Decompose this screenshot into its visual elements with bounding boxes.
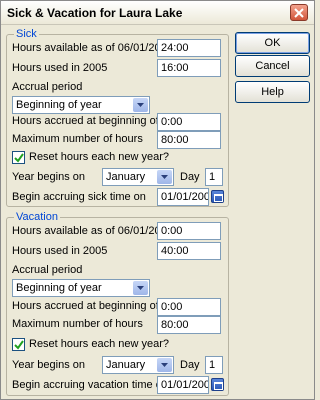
chevron-down-icon[interactable]	[157, 358, 172, 372]
vacation-month-value: January	[106, 359, 146, 371]
close-button[interactable]	[290, 4, 308, 21]
sick-used-label: Hours used in 2005	[12, 62, 108, 74]
vacation-begin-field[interactable]: 01/01/2005	[157, 376, 209, 394]
sick-begin-field[interactable]: 01/01/2005	[157, 188, 209, 206]
sick-accrual-value: Beginning of year	[16, 99, 102, 111]
sick-vacation-dialog: Sick & Vacation for Laura Lake Sick Hour…	[0, 0, 315, 400]
vacation-group: Vacation Hours available as of 06/01/200…	[6, 211, 229, 396]
close-icon	[294, 8, 304, 18]
dialog-title: Sick & Vacation for Laura Lake	[7, 6, 183, 20]
help-button[interactable]: Help	[235, 81, 310, 103]
sick-begin-label: Begin accruing sick time on	[12, 191, 146, 203]
calendar-icon[interactable]	[211, 190, 224, 203]
vacation-used-label: Hours used in 2005	[12, 245, 108, 257]
vacation-reset-checkbox[interactable]	[12, 338, 25, 351]
ok-button[interactable]: OK	[235, 32, 310, 54]
sick-group: Sick Hours available as of 06/01/2005 24…	[6, 28, 229, 207]
calendar-icon[interactable]	[211, 378, 224, 391]
vacation-group-title: Vacation	[14, 211, 60, 224]
vacation-accrual-value: Beginning of year	[16, 282, 102, 294]
vacation-month-select[interactable]: January	[102, 356, 174, 374]
sick-group-title: Sick	[14, 28, 39, 41]
vacation-used-field[interactable]: 40:00	[157, 242, 221, 260]
sick-year-begins-label: Year begins on	[12, 171, 85, 183]
cancel-button[interactable]: Cancel	[235, 55, 310, 77]
sick-max-field[interactable]: 80:00	[157, 131, 221, 149]
vacation-available-field[interactable]: 0:00	[157, 222, 221, 240]
sick-available-label: Hours available as of 06/01/2005	[12, 42, 173, 54]
sick-accrual-label: Accrual period	[12, 81, 83, 93]
title-bar: Sick & Vacation for Laura Lake	[1, 1, 314, 25]
vacation-accrual-label: Accrual period	[12, 264, 83, 276]
check-icon	[14, 153, 24, 163]
vacation-accrued-field[interactable]: 0:00	[157, 298, 221, 316]
vacation-reset-label[interactable]: Reset hours each new year?	[29, 338, 169, 351]
sick-accrual-select[interactable]: Beginning of year	[12, 96, 150, 114]
vacation-accrual-select[interactable]: Beginning of year	[12, 279, 150, 297]
sick-max-label: Maximum number of hours	[12, 133, 143, 145]
check-icon	[14, 340, 24, 350]
vacation-max-label: Maximum number of hours	[12, 318, 143, 330]
sick-month-value: January	[106, 171, 146, 183]
chevron-down-icon[interactable]	[133, 98, 148, 112]
sick-reset-checkbox[interactable]	[12, 151, 25, 164]
vacation-day-field[interactable]: 1	[205, 356, 223, 374]
sick-day-field[interactable]: 1	[205, 168, 223, 186]
chevron-down-icon[interactable]	[157, 170, 172, 184]
vacation-day-label: Day	[180, 359, 200, 371]
sick-reset-label[interactable]: Reset hours each new year?	[29, 151, 169, 164]
sick-used-field[interactable]: 16:00	[157, 59, 221, 77]
vacation-year-begins-label: Year begins on	[12, 359, 85, 371]
sick-available-field[interactable]: 24:00	[157, 39, 221, 57]
sick-accrued-field[interactable]: 0:00	[157, 113, 221, 131]
vacation-begin-label: Begin accruing vacation time on	[12, 379, 168, 391]
vacation-max-field[interactable]: 80:00	[157, 316, 221, 334]
vacation-available-label: Hours available as of 06/01/2005	[12, 225, 173, 237]
sick-month-select[interactable]: January	[102, 168, 174, 186]
sick-day-label: Day	[180, 171, 200, 183]
chevron-down-icon[interactable]	[133, 281, 148, 295]
